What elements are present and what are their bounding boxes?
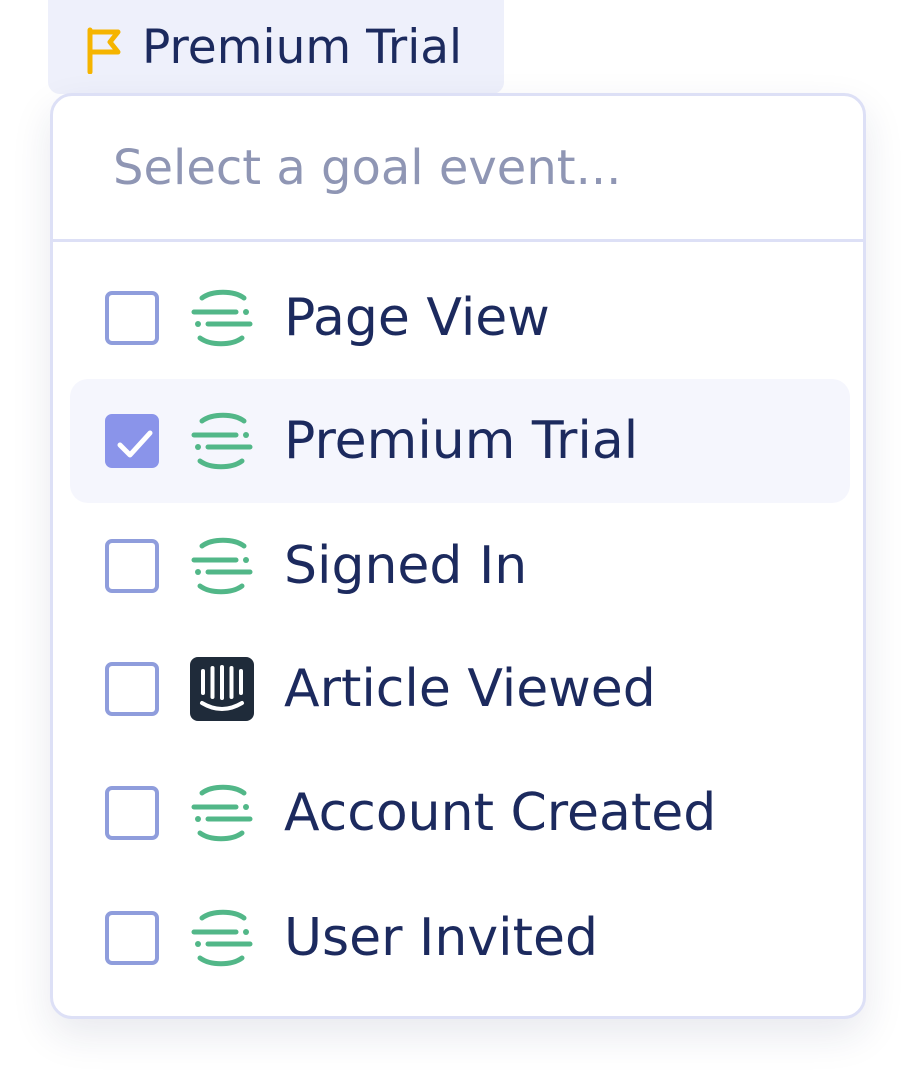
checkbox-checked[interactable] — [105, 414, 159, 468]
event-label: Signed In — [284, 536, 528, 596]
event-item-page-view[interactable]: Page View — [70, 256, 850, 380]
event-item-article-viewed[interactable]: Article Viewed — [70, 627, 850, 751]
checkbox[interactable] — [105, 291, 159, 345]
checkbox[interactable] — [105, 539, 159, 593]
selected-goal-chip[interactable]: Premium Trial — [48, 0, 504, 94]
checkmark-icon — [117, 430, 153, 458]
event-label: Article Viewed — [284, 659, 656, 719]
event-label: Premium Trial — [284, 411, 639, 471]
checkbox[interactable] — [105, 911, 159, 965]
checkbox[interactable] — [105, 662, 159, 716]
goal-event-dropdown: Page View Premium Trial — [50, 93, 866, 1019]
event-item-account-created[interactable]: Account Created — [70, 751, 850, 875]
segment-icon — [191, 784, 253, 842]
event-item-premium-trial[interactable]: Premium Trial — [70, 379, 850, 503]
event-label: Page View — [284, 288, 550, 348]
intercom-icon — [190, 657, 254, 721]
event-item-user-invited[interactable]: User Invited — [70, 876, 850, 1000]
event-label: User Invited — [284, 908, 598, 968]
segment-icon — [191, 412, 253, 470]
flag-icon — [87, 27, 121, 74]
segment-icon — [191, 289, 253, 347]
segment-icon — [191, 537, 253, 595]
event-item-signed-in[interactable]: Signed In — [70, 504, 850, 628]
selected-goal-label: Premium Trial — [142, 20, 463, 75]
goal-event-search-input[interactable] — [53, 96, 863, 242]
checkbox[interactable] — [105, 786, 159, 840]
event-label: Account Created — [284, 783, 717, 843]
segment-icon — [191, 909, 253, 967]
